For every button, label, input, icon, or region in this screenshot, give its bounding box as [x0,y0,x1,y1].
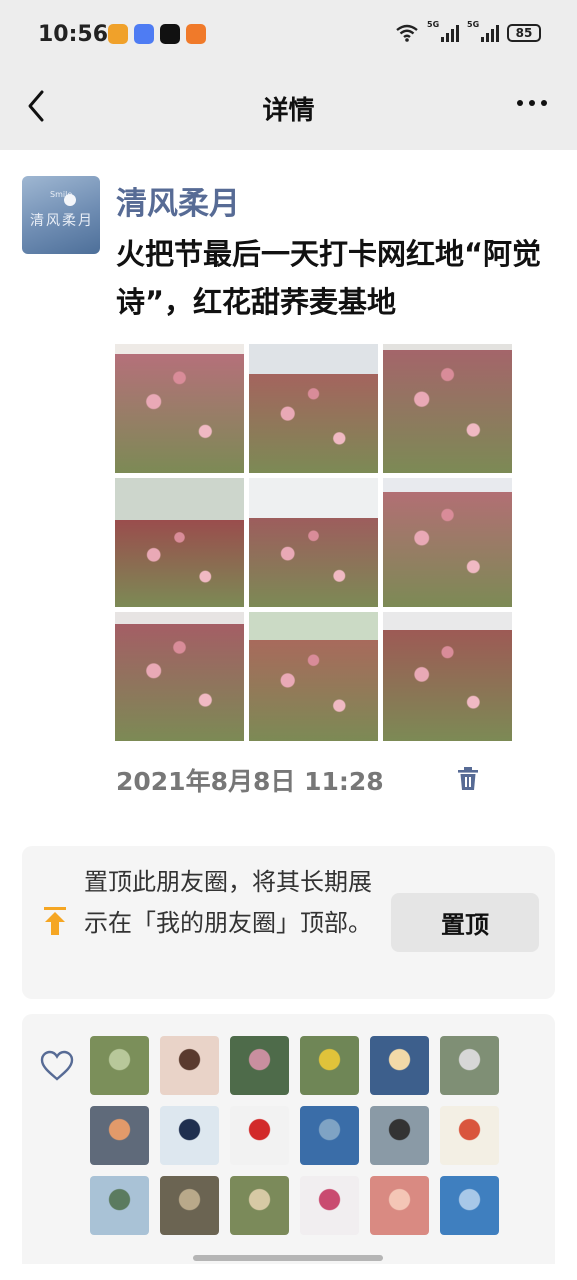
delete-button[interactable] [456,766,480,792]
photo-9[interactable] [383,612,512,741]
liker-avatar[interactable] [230,1106,289,1165]
status-bar: 10:56 5G 5G 85 [0,0,577,68]
photo-5[interactable] [249,478,378,607]
photo-grid [115,344,513,742]
messaging-app-icon [134,24,154,44]
network-tag-1: 5G [427,20,440,29]
liker-avatar[interactable] [370,1036,429,1095]
liker-avatar[interactable] [440,1036,499,1095]
liker-avatar[interactable] [90,1106,149,1165]
liker-avatar[interactable] [370,1106,429,1165]
pin-description: 置顶此朋友圈，将其长期展示在「我的朋友圈」顶部。 [84,868,372,937]
post-text: 火把节最后一天打卡网红地“阿觉诗”，红花甜荞麦基地 [116,237,542,319]
likes-card [22,1014,555,1264]
liker-avatar[interactable] [370,1176,429,1235]
liker-avatar[interactable] [230,1036,289,1095]
liker-avatar[interactable] [300,1106,359,1165]
cellular-signal-2-icon: 5G [467,20,499,42]
liker-avatar[interactable] [160,1106,219,1165]
liker-avatar[interactable] [160,1036,219,1095]
avatar-text: 清风柔月 [30,213,94,229]
photo-4[interactable] [115,478,244,607]
post-time: 2021年8月8日 11:28 [116,767,384,796]
mango-tv-app-icon [108,24,128,44]
liker-avatar[interactable] [440,1106,499,1165]
trash-icon [458,767,478,790]
nav-bar: 详情 [0,68,577,150]
system-icons: 5G 5G 85 [395,20,541,42]
network-tag-2: 5G [467,20,480,29]
photo-3[interactable] [383,344,512,473]
photo-6[interactable] [383,478,512,607]
battery-icon: 85 [507,24,541,42]
liker-avatar[interactable] [230,1176,289,1235]
user-name[interactable]: 清风柔月 [116,178,240,223]
liker-avatar[interactable] [160,1176,219,1235]
orange-app-icon [186,24,206,44]
liker-avatar[interactable] [90,1176,149,1235]
liker-avatar[interactable] [440,1176,499,1235]
page-title: 详情 [262,96,315,126]
more-dots-icon [517,100,523,106]
photo-1[interactable] [115,344,244,473]
more-button[interactable] [517,100,547,106]
photo-7[interactable] [115,612,244,741]
pin-to-top-button[interactable]: 置顶 [391,893,539,952]
heart-outline-icon [40,1050,74,1081]
user-avatar[interactable]: Smile 清风柔月 [22,176,100,254]
cellular-signal-1-icon: 5G [427,20,459,42]
tiktok-app-icon [160,24,180,44]
liker-avatar[interactable] [300,1176,359,1235]
post-meta: 2021年8月8日 11:28 [116,762,478,798]
wifi-icon [396,24,418,42]
liker-avatar[interactable] [90,1036,149,1095]
photo-8[interactable] [249,612,378,741]
home-indicator[interactable] [193,1255,383,1261]
photo-2[interactable] [249,344,378,473]
pin-to-top-icon [44,907,66,935]
notification-icons [108,24,206,44]
pin-to-top-card: 置顶此朋友圈，将其长期展示在「我的朋友圈」顶部。 置顶 [22,846,555,999]
status-time: 10:56 [38,22,109,47]
liker-avatar[interactable] [300,1036,359,1095]
